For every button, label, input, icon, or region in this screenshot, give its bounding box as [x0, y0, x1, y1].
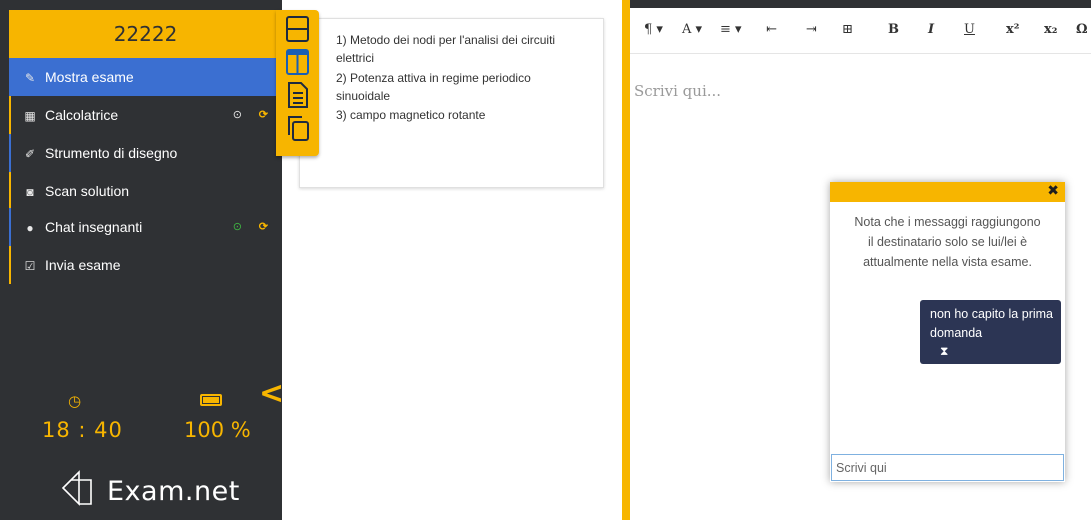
checkbox-icon: ☑	[24, 259, 36, 273]
sidebar-footer: < ◷ 18 : 40 100 % Exam.net	[9, 376, 284, 520]
target-icon[interactable]: ⊙	[233, 96, 242, 134]
horizontal-split-icon[interactable]	[285, 15, 310, 43]
question-line: sinuoidale	[336, 89, 391, 103]
sidebar-item-label: Calcolatrice	[45, 107, 119, 123]
sidebar-item-label: Scan solution	[45, 183, 130, 199]
sidebar-item-chat[interactable]: ● Chat insegnanti ⊙ ⟳	[9, 208, 282, 246]
copy-icon[interactable]	[285, 114, 310, 142]
question-pane: 1) Metodo dei nodi per l'analisi dei cir…	[282, 0, 622, 520]
underline-button[interactable]: U	[964, 22, 975, 37]
sidebar-item-invia[interactable]: ☑ Invia esame	[9, 246, 282, 284]
sidebar-item-label: Strumento di disegno	[45, 145, 178, 161]
refresh-icon[interactable]: ⟳	[259, 96, 268, 134]
editor-toolbar: ¶ ▾ A ▾ ≡ ▾ ⇤ ⇥ ⊞ B I U x² x₂ Ω	[630, 8, 1091, 54]
editor-placeholder: Scrivi qui...	[634, 82, 722, 100]
battery-icon	[200, 394, 222, 406]
chat-header: ✖	[830, 182, 1065, 202]
outdent-button[interactable]: ⇤	[766, 22, 777, 37]
document-icon[interactable]	[285, 81, 310, 109]
chat-notice: Nota che i messaggi raggiungono il desti…	[854, 215, 1041, 269]
sidebar-item-mostra-esame[interactable]: ✎ Mostra esame	[9, 58, 282, 96]
brush-icon: ✐	[24, 147, 36, 161]
question-line: 3) campo magnetico rotante	[336, 108, 486, 122]
refresh-icon[interactable]: ⟳	[259, 208, 268, 246]
question-line: elettrici	[336, 51, 375, 65]
chat-message-text: non ho capito la prima domanda	[930, 307, 1053, 340]
online-icon: ⊙	[232, 221, 242, 233]
calculator-icon: ▦	[24, 109, 36, 123]
toolbar-topbar	[630, 0, 1091, 8]
superscript-button[interactable]: x²	[1006, 22, 1019, 37]
item-indicator	[9, 246, 11, 284]
sidebar-item-disegno[interactable]: ✐ Strumento di disegno	[9, 134, 282, 172]
chat-message: non ho capito la prima domanda ⧗	[920, 300, 1061, 364]
question-line: 2) Potenza attiva in regime periodico	[336, 71, 531, 85]
sidebar: 22222 ✎ Mostra esame ▦ Calcolatrice ⊙ ⟳ ✐ S…	[0, 0, 284, 520]
item-indicator	[9, 208, 11, 246]
layout-tool-panel	[276, 10, 319, 156]
exam-code: 22222	[9, 10, 282, 58]
hourglass-icon: ⧗	[940, 344, 949, 358]
item-indicator	[9, 96, 11, 134]
sidebar-item-label: Invia esame	[45, 257, 121, 273]
battery-level: 100 %	[184, 418, 251, 442]
paragraph-format-button[interactable]: ¶ ▾	[644, 22, 663, 37]
vertical-split-icon[interactable]	[285, 48, 310, 76]
pane-divider[interactable]	[622, 0, 630, 520]
logo-text: Exam.net	[107, 476, 240, 507]
align-button[interactable]: ≡ ▾	[720, 22, 742, 37]
time-remaining: 18 : 40	[42, 418, 123, 442]
item-indicator	[9, 172, 11, 210]
camera-icon: ◙	[26, 185, 34, 199]
question-line: 1) Metodo dei nodi per l'analisi dei cir…	[336, 33, 556, 47]
sidebar-item-calcolatrice[interactable]: ▦ Calcolatrice ⊙ ⟳	[9, 96, 282, 134]
table-button[interactable]: ⊞	[842, 22, 853, 37]
item-indicator	[9, 134, 11, 172]
font-size-button[interactable]: A ▾	[682, 22, 702, 37]
italic-button[interactable]: I	[928, 22, 934, 37]
indent-button[interactable]: ⇥	[806, 22, 817, 37]
logo-icon	[61, 470, 92, 506]
teacher-chat-popup: ✖ Nota che i messaggi raggiungono il des…	[830, 182, 1065, 482]
chat-input[interactable]	[831, 454, 1064, 481]
bold-button[interactable]: B	[888, 22, 899, 37]
close-icon[interactable]: ✖	[1047, 183, 1059, 199]
clock-icon: ◷	[68, 392, 82, 410]
sidebar-item-label: Mostra esame	[45, 69, 134, 85]
subscript-button[interactable]: x₂	[1044, 22, 1057, 37]
edit-icon: ✎	[24, 71, 36, 85]
chevron-left-icon[interactable]: <	[259, 376, 284, 411]
sidebar-item-label: Chat insegnanti	[45, 219, 143, 235]
chat-icon: ●	[26, 221, 34, 235]
sidebar-item-scan[interactable]: ◙ Scan solution	[9, 172, 282, 210]
question-card: 1) Metodo dei nodi per l'analisi dei cir…	[299, 18, 604, 188]
special-char-button[interactable]: Ω	[1076, 22, 1088, 37]
